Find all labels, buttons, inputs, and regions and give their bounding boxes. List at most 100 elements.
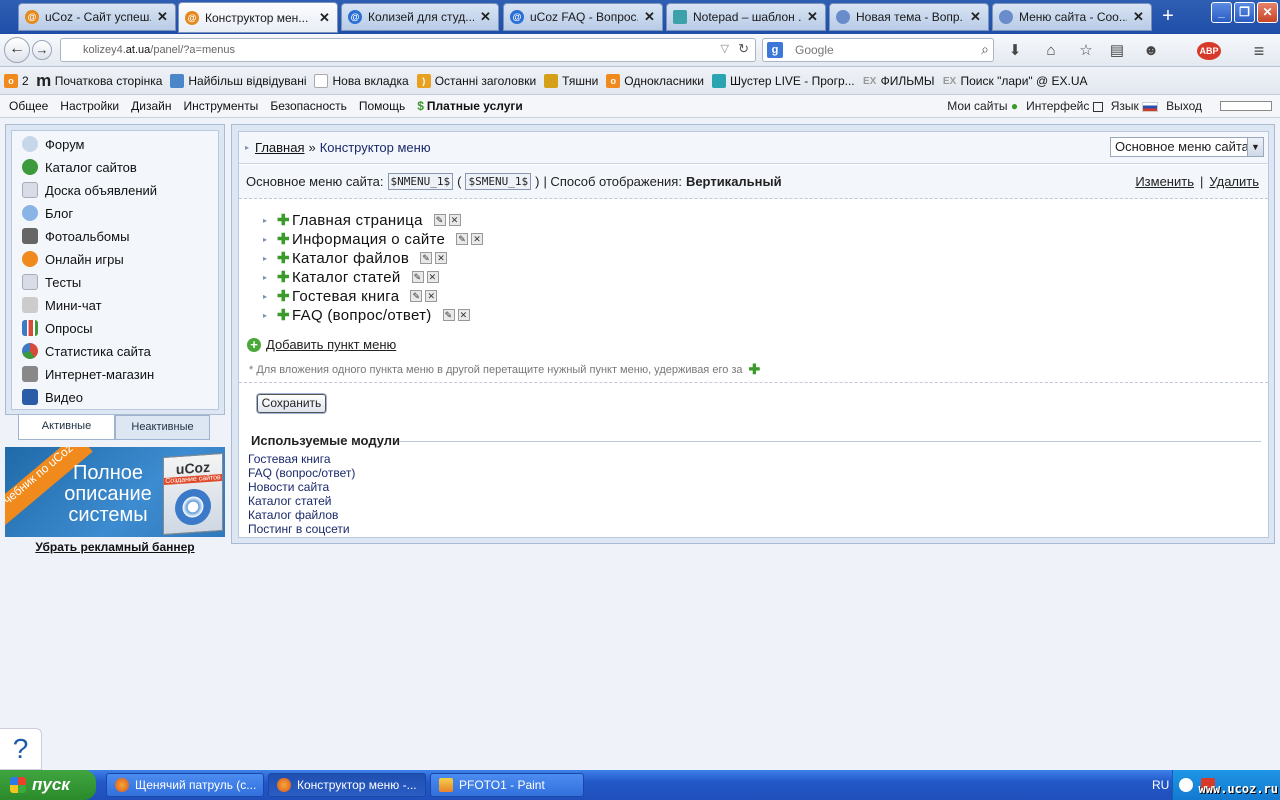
url-bar[interactable]: kolizey4. at.ua/panel/?a=menus ▽ ↻ <box>60 38 756 62</box>
delete-icon[interactable]: ✕ <box>448 214 461 226</box>
sidebar-item-blog[interactable]: Блог <box>22 203 73 223</box>
dropdown-arrow-icon[interactable]: ▽ <box>721 42 729 55</box>
close-icon[interactable]: ✕ <box>319 10 331 26</box>
menu-item-row[interactable]: ▸ ✚ FAQ (вопрос/ответ) ✎ ✕ <box>263 306 470 324</box>
bookmark-item[interactable]: o Однокласники <box>606 74 704 88</box>
bookmark-item[interactable]: Тяшни <box>544 74 598 88</box>
bookmark-item[interactable]: Найбільш відвідувані <box>170 74 306 88</box>
minimize-button[interactable]: _ <box>1211 2 1232 23</box>
menu-code-smenu[interactable]: $SMENU_1$ <box>465 173 532 190</box>
bookmark-item[interactable]: m Початкова сторінка <box>36 71 162 90</box>
search-box[interactable]: g Google ⌕ <box>762 38 994 62</box>
drag-handle-icon[interactable]: ✚ <box>277 249 290 267</box>
close-icon[interactable]: ✕ <box>644 9 656 25</box>
taskbar-task[interactable]: PFOTO1 - Paint <box>430 773 584 797</box>
menu-help[interactable]: Помощь <box>359 99 405 113</box>
menu-item-row[interactable]: ▸ ✚ Главная страница ✎ ✕ <box>263 211 461 229</box>
close-icon[interactable]: ✕ <box>157 9 169 25</box>
language-link[interactable]: Язык <box>1111 99 1159 113</box>
menu-security[interactable]: Безопасность <box>270 99 347 113</box>
new-tab-button[interactable]: + <box>1156 6 1180 28</box>
bookmark-item[interactable]: EX ФИЛЬМЫ <box>863 74 935 88</box>
back-button[interactable]: ← <box>4 37 30 63</box>
delete-menu-link[interactable]: Удалить <box>1209 174 1259 189</box>
edit-icon[interactable]: ✎ <box>442 309 455 321</box>
menu-paid-services[interactable]: $ Платные услуги <box>417 99 523 113</box>
logout-link[interactable]: Выход <box>1166 99 1202 113</box>
drag-handle-icon[interactable]: ✚ <box>277 211 290 229</box>
close-icon[interactable]: ✕ <box>1133 9 1145 25</box>
maximize-button[interactable]: ❐ <box>1234 2 1255 23</box>
close-icon[interactable]: ✕ <box>807 9 819 25</box>
adblock-icon[interactable]: ABP <box>1197 42 1221 60</box>
search-icon[interactable]: ⌕ <box>981 41 989 58</box>
browser-tab[interactable]: Notepad – шаблон ... ✕ <box>666 3 826 31</box>
expand-arrow-icon[interactable]: ▸ <box>263 254 277 263</box>
sidebar-item-mini-chat[interactable]: Мини-чат <box>22 295 102 315</box>
forward-button[interactable]: → <box>32 40 52 60</box>
close-window-button[interactable]: ✕ <box>1257 2 1278 23</box>
drag-handle-icon[interactable]: ✚ <box>277 287 290 305</box>
browser-tab[interactable]: @ uCoz FAQ - Вопрос... ✕ <box>503 3 663 31</box>
expand-arrow-icon[interactable]: ▸ <box>263 216 277 225</box>
browser-tab[interactable]: @ uCoz - Сайт успеш... ✕ <box>18 3 176 31</box>
delete-icon[interactable]: ✕ <box>435 252 448 264</box>
start-button[interactable]: пуск <box>0 770 96 800</box>
sidebar-item-online-games[interactable]: Онлайн игры <box>22 249 124 269</box>
breadcrumb-home-link[interactable]: Главная <box>255 140 304 155</box>
edit-icon[interactable]: ✎ <box>420 252 433 264</box>
taskbar-task-active[interactable]: Конструктор меню -... <box>268 773 426 797</box>
menu-item-row[interactable]: ▸ ✚ Гостевая книга ✎ ✕ <box>263 287 438 305</box>
remove-banner-link[interactable]: Убрать рекламный баннер <box>0 540 230 554</box>
browser-tab[interactable]: Новая тема - Вопр... ✕ <box>829 3 989 31</box>
sidebar-item-online-shop[interactable]: Интернет-магазин <box>22 364 154 384</box>
width-slider[interactable] <box>1220 101 1272 111</box>
google-icon[interactable]: g <box>767 42 783 58</box>
edit-icon[interactable]: ✎ <box>456 233 469 245</box>
drag-handle-icon[interactable]: ✚ <box>277 306 290 324</box>
menu-code-nmenu[interactable]: $NMENU_1$ <box>387 173 454 190</box>
search-input[interactable]: Google <box>795 43 834 57</box>
language-indicator[interactable]: RU <box>1152 778 1169 792</box>
sidebar-item-site-stats[interactable]: Статистика сайта <box>22 341 151 361</box>
sidebar-item-ads-board[interactable]: Доска объявлений <box>22 180 157 200</box>
extension-icon[interactable]: ☻ <box>1141 42 1161 60</box>
edit-icon[interactable]: ✎ <box>433 214 446 226</box>
edit-icon[interactable]: ✎ <box>411 271 424 283</box>
sidebar-item-forum[interactable]: Форум <box>22 134 85 154</box>
menu-tools[interactable]: Инструменты <box>183 99 258 113</box>
bookmark-item[interactable]: o2 <box>4 74 29 88</box>
menu-item-row[interactable]: ▸ ✚ Каталог статей ✎ ✕ <box>263 268 439 286</box>
help-button[interactable]: ? <box>0 728 42 770</box>
interface-link[interactable]: Интерфейс <box>1026 99 1103 113</box>
home-icon[interactable]: ⌂ <box>1041 42 1061 60</box>
bookmark-item[interactable]: ) Останні заголовки <box>416 74 536 88</box>
expand-arrow-icon[interactable]: ▸ <box>263 311 277 320</box>
my-sites-link[interactable]: Мои сайты ● <box>947 99 1018 113</box>
sidebar-item-polls[interactable]: Опросы <box>22 318 92 338</box>
browser-tab[interactable]: Меню сайта - Соо... ✕ <box>992 3 1152 31</box>
download-icon[interactable]: ⬇ <box>1005 42 1025 60</box>
save-button[interactable]: Сохранить <box>257 394 326 413</box>
tab-inactive-modules[interactable]: Неактивные <box>115 415 210 440</box>
delete-icon[interactable]: ✕ <box>471 233 484 245</box>
taskbar-task[interactable]: Щенячий патруль (с... <box>106 773 264 797</box>
bookmark-item[interactable]: EX Поиск "лари" @ EX.UA <box>943 74 1088 88</box>
expand-arrow-icon[interactable]: ▸ <box>263 273 277 282</box>
menu-item-row[interactable]: ▸ ✚ Каталог файлов ✎ ✕ <box>263 249 448 267</box>
browser-tab[interactable]: @ Колизей для студ... ✕ <box>341 3 499 31</box>
edit-menu-link[interactable]: Изменить <box>1135 174 1194 189</box>
reading-list-icon[interactable]: ▤ <box>1107 42 1127 60</box>
bookmark-item[interactable]: Нова вкладка <box>314 74 409 88</box>
sidebar-item-tests[interactable]: Тесты <box>22 272 81 292</box>
menu-general[interactable]: Общее <box>9 99 48 113</box>
tab-active-modules[interactable]: Активные <box>18 415 115 440</box>
drag-handle-icon[interactable]: ✚ <box>277 268 290 286</box>
close-icon[interactable]: ✕ <box>970 9 982 25</box>
delete-icon[interactable]: ✕ <box>426 271 439 283</box>
expand-arrow-icon[interactable]: ▸ <box>263 235 277 244</box>
tray-icon[interactable] <box>1179 778 1193 792</box>
menu-select[interactable]: Основное меню сайта ▼ <box>1110 137 1264 157</box>
add-menu-item-link[interactable]: + Добавить пункт меню <box>247 337 396 352</box>
delete-icon[interactable]: ✕ <box>425 290 438 302</box>
